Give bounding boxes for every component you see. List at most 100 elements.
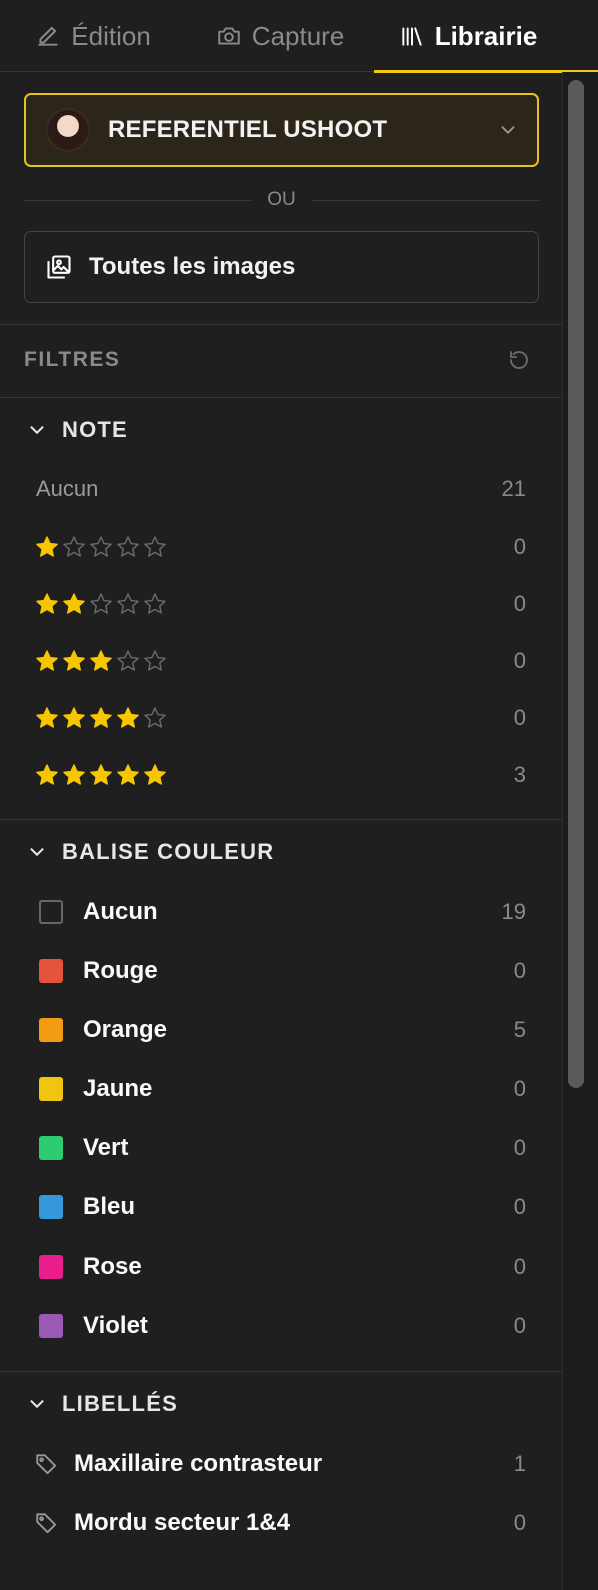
color-tag-row[interactable]: Orange 5 (36, 1010, 526, 1050)
label-left: Maxillaire contrasteur (34, 1450, 322, 1478)
color-tag-row[interactable]: Bleu 0 (36, 1187, 526, 1227)
library-icon (402, 27, 422, 46)
color-tag-label: Rouge (83, 957, 158, 984)
color-tag-count: 0 (513, 958, 526, 983)
label-count: 1 (513, 1451, 526, 1476)
color-tag-count: 5 (513, 1017, 526, 1042)
star-filled-icon (36, 593, 58, 614)
note-title: NOTE (62, 417, 128, 442)
star-filled-icon (90, 650, 112, 671)
color-tag-row[interactable]: Rouge 0 (36, 951, 526, 991)
camera-icon (218, 27, 240, 45)
color-tag-row[interactable]: Violet 0 (36, 1306, 526, 1346)
tag-icon (36, 1454, 57, 1475)
note-row[interactable]: 0 (36, 698, 526, 738)
star-empty-icon (144, 593, 166, 614)
star-filled-icon (144, 764, 166, 785)
star-filled-icon (36, 650, 58, 671)
star-filled-icon (90, 707, 112, 728)
reset-icon[interactable] (507, 348, 531, 372)
note-row-count: 0 (513, 705, 526, 730)
color-swatch (39, 1018, 63, 1042)
star-filled-icon (36, 764, 58, 785)
color-swatch (39, 1195, 63, 1219)
color-tag-count: 19 (501, 899, 526, 924)
star-filled-icon (117, 707, 139, 728)
star-rating (34, 705, 168, 731)
color-tag-count: 0 (513, 1194, 526, 1219)
filters-header: FILTRES (24, 340, 539, 380)
note-row[interactable]: Aucun 21 (36, 469, 526, 509)
separator-line (24, 199, 252, 201)
label-row[interactable]: Mordu secteur 1&4 0 (36, 1503, 526, 1543)
note-row[interactable]: 3 (36, 755, 526, 795)
color-tag-row[interactable]: Vert 0 (36, 1128, 526, 1168)
separator-line (311, 199, 539, 201)
tab-edition[interactable]: Édition (0, 0, 186, 72)
divider (0, 324, 562, 325)
color-swatch (39, 1314, 63, 1338)
star-empty-icon (117, 536, 139, 557)
divider (0, 819, 562, 820)
star-empty-icon (117, 593, 139, 614)
note-row-label: Aucun (36, 476, 99, 501)
star-filled-icon (63, 707, 85, 728)
star-filled-icon (36, 707, 58, 728)
star-empty-icon (90, 536, 112, 557)
color-swatch (39, 959, 63, 983)
label-count: 0 (513, 1510, 526, 1535)
color-tag-count: 0 (513, 1076, 526, 1101)
note-row[interactable]: 0 (36, 641, 526, 681)
tag-icon (36, 1513, 57, 1534)
all-images-label: Toutes les images (89, 253, 296, 280)
color-tag-left: Orange (39, 1016, 167, 1044)
star-filled-icon (63, 593, 85, 614)
pencil-icon (38, 26, 58, 46)
tab-bar: Édition Capture Librairie (0, 0, 598, 73)
color-tag-label: Vert (83, 1134, 129, 1161)
star-filled-icon (36, 536, 58, 557)
color-tag-left: Bleu (39, 1193, 135, 1221)
color-tag-row[interactable]: Aucun 19 (36, 892, 526, 932)
scrollbar-thumb[interactable] (568, 80, 584, 1088)
color-tag-section-header[interactable]: BALISE COULEUR (26, 832, 274, 872)
avatar (46, 108, 90, 152)
library-panel: Édition Capture Librairie REFERENTIEL US… (0, 0, 598, 1590)
color-tag-count: 0 (513, 1254, 526, 1279)
color-tag-count: 0 (513, 1135, 526, 1160)
label-row[interactable]: Maxillaire contrasteur 1 (36, 1444, 526, 1484)
star-empty-icon (90, 593, 112, 614)
color-tag-label: Bleu (83, 1193, 136, 1220)
library-selector[interactable]: REFERENTIEL USHOOT (24, 93, 539, 167)
note-section-header[interactable]: NOTE (26, 410, 128, 450)
tab-label: Librairie (434, 20, 538, 51)
color-tag-title: BALISE COULEUR (62, 839, 275, 864)
color-swatch (39, 1255, 63, 1279)
color-tag-left: Vert (39, 1134, 128, 1162)
star-empty-icon (144, 650, 166, 671)
color-tag-left: Aucun (39, 898, 158, 926)
color-tag-row[interactable]: Jaune 0 (36, 1069, 526, 1109)
note-row[interactable]: 0 (36, 584, 526, 624)
note-row-count: 21 (501, 476, 526, 501)
star-filled-icon (90, 764, 112, 785)
tab-capture[interactable]: Capture (186, 0, 374, 72)
all-images-button[interactable]: Toutes les images (24, 231, 539, 303)
labels-title: LIBELLÉS (62, 1391, 178, 1416)
filters-title: FILTRES (24, 348, 121, 371)
images-icon (47, 255, 71, 279)
star-filled-icon (63, 650, 85, 671)
labels-section-header[interactable]: LIBELLÉS (26, 1384, 178, 1424)
color-tag-left: Rose (39, 1253, 142, 1281)
chevron-down-icon (30, 1400, 44, 1408)
note-row[interactable]: 0 (36, 527, 526, 567)
color-swatch-empty (39, 900, 63, 924)
color-tag-row[interactable]: Rose 0 (36, 1247, 526, 1287)
color-swatch (39, 1077, 63, 1101)
label-text: Maxillaire contrasteur (74, 1450, 323, 1477)
star-empty-icon (117, 650, 139, 671)
chevron-down-icon (30, 426, 44, 434)
tab-librairie[interactable]: Librairie (374, 0, 598, 73)
or-separator: OU (24, 186, 539, 214)
star-rating (34, 648, 168, 674)
